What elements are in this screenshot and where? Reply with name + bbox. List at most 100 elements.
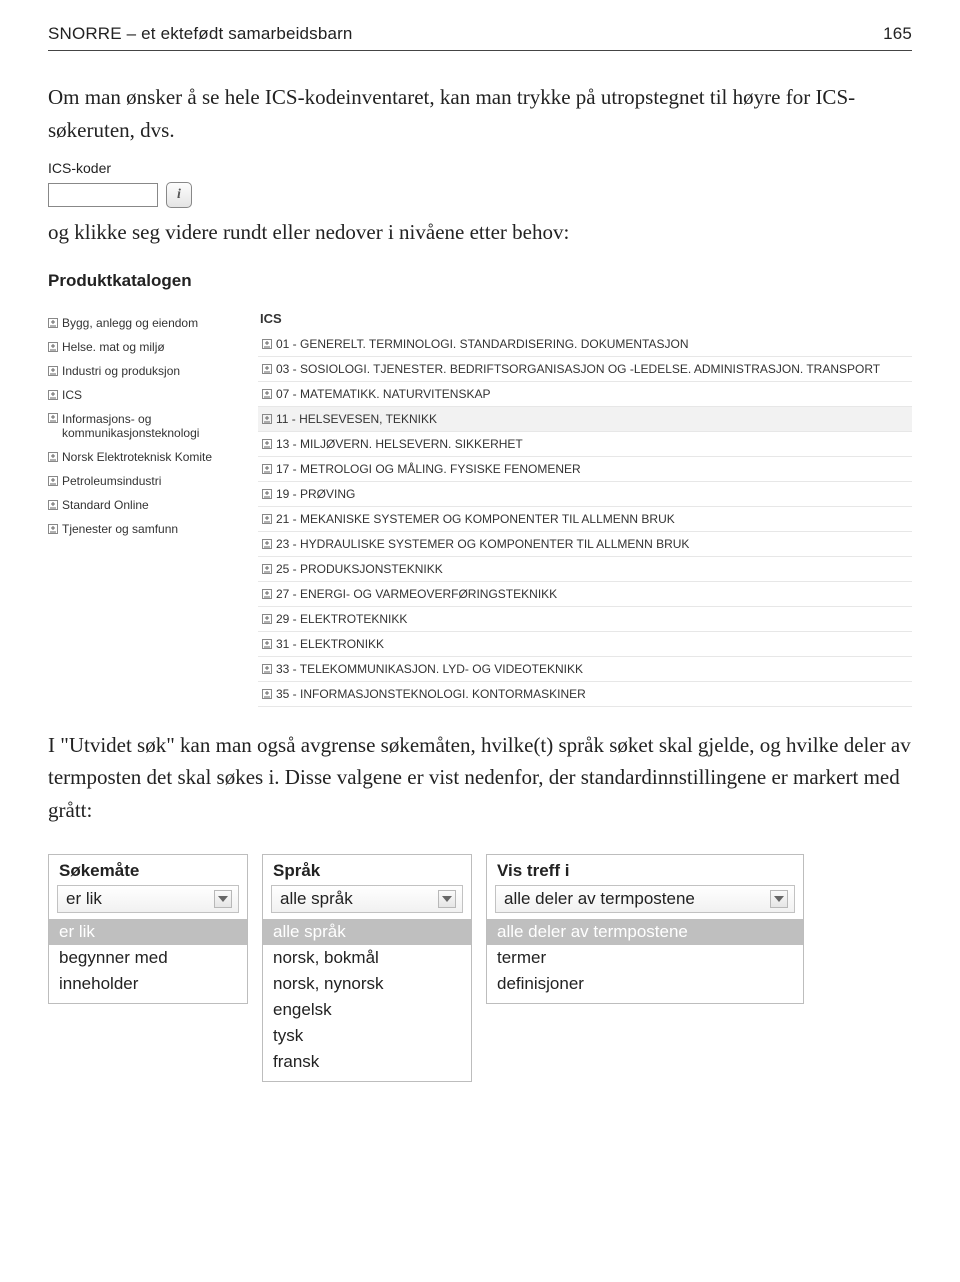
ics-row-label: 03 - SOSIOLOGI. TJENESTER. BEDRIFTSORGAN… [276, 362, 880, 376]
expand-icon [48, 476, 58, 486]
ics-row-label: 21 - MEKANISKE SYSTEMER OG KOMPONENTER T… [276, 512, 675, 526]
sokemate-selected: er lik [66, 889, 102, 909]
sprak-option[interactable]: engelsk [263, 997, 471, 1023]
ics-row-label: 11 - HELSEVESEN, TEKNIKK [276, 412, 437, 426]
expand-icon [262, 389, 272, 399]
product-catalog-title: Produktkatalogen [48, 271, 912, 291]
ics-row[interactable]: 27 - ENERGI- OG VARMEOVERFØRINGSTEKNIKK [258, 582, 912, 607]
dropdown-icon [438, 890, 456, 908]
vis-card: Vis treff i alle deler av termpostene al… [486, 854, 804, 1004]
sprak-card: Språk alle språk alle språknorsk, bokmål… [262, 854, 472, 1082]
ics-row-label: 35 - INFORMASJONSTEKNOLOGI. KONTORMASKIN… [276, 687, 586, 701]
sokemate-option[interactable]: inneholder [49, 971, 247, 997]
expand-icon [262, 439, 272, 449]
ics-row-label: 13 - MILJØVERN. HELSEVERN. SIKKERHET [276, 437, 523, 451]
ics-row-label: 23 - HYDRAULISKE SYSTEMER OG KOMPONENTER… [276, 537, 689, 551]
sidebar-item[interactable]: Standard Online [48, 493, 240, 517]
sprak-option[interactable]: fransk [263, 1049, 471, 1075]
sidebar-item[interactable]: Petroleumsindustri [48, 469, 240, 493]
sidebar-item[interactable]: Industri og produksjon [48, 359, 240, 383]
sidebar-item[interactable]: Tjenester og samfunn [48, 517, 240, 541]
search-controls-row: Søkemåte er lik er likbegynner medinneho… [48, 854, 912, 1082]
info-icon: i [177, 187, 181, 203]
sprak-option[interactable]: norsk, nynorsk [263, 971, 471, 997]
ics-row-label: 17 - METROLOGI OG MÅLING. FYSISKE FENOME… [276, 462, 581, 476]
sprak-selected: alle språk [280, 889, 353, 909]
expand-icon [262, 639, 272, 649]
expand-icon [262, 589, 272, 599]
ics-row[interactable]: 03 - SOSIOLOGI. TJENESTER. BEDRIFTSORGAN… [258, 357, 912, 382]
sidebar-item-label: ICS [62, 388, 82, 402]
sprak-option[interactable]: norsk, bokmål [263, 945, 471, 971]
ics-koder-block: ICS-koder i [48, 160, 912, 208]
paragraph-2: og klikke seg videre rundt eller nedover… [48, 216, 912, 249]
ics-row[interactable]: 01 - GENERELT. TERMINOLOGI. STANDARDISER… [258, 332, 912, 357]
vis-option[interactable]: definisjoner [487, 971, 803, 997]
dropdown-icon [770, 890, 788, 908]
ics-row-label: 25 - PRODUKSJONSTEKNIKK [276, 562, 443, 576]
sprak-select[interactable]: alle språk [271, 885, 463, 913]
ics-row[interactable]: 33 - TELEKOMMUNIKASJON. LYD- OG VIDEOTEK… [258, 657, 912, 682]
ics-row-label: 01 - GENERELT. TERMINOLOGI. STANDARDISER… [276, 337, 689, 351]
sokemate-select[interactable]: er lik [57, 885, 239, 913]
vis-selected: alle deler av termpostene [504, 889, 695, 909]
ics-row[interactable]: 25 - PRODUKSJONSTEKNIKK [258, 557, 912, 582]
expand-icon [262, 339, 272, 349]
sidebar-item[interactable]: Helse. mat og miljø [48, 335, 240, 359]
expand-icon [48, 342, 58, 352]
ics-row[interactable]: 07 - MATEMATIKK. NATURVITENSKAP [258, 382, 912, 407]
sidebar-item[interactable]: ICS [48, 383, 240, 407]
header-title: SNORRE – et ektefødt samarbeidsbarn [48, 24, 353, 44]
ics-row-label: 33 - TELEKOMMUNIKASJON. LYD- OG VIDEOTEK… [276, 662, 583, 676]
ics-row-label: 31 - ELEKTRONIKK [276, 637, 384, 651]
expand-icon [262, 364, 272, 374]
sidebar-item-label: Standard Online [62, 498, 149, 512]
vis-title: Vis treff i [487, 855, 803, 885]
vis-option[interactable]: alle deler av termpostene [487, 919, 803, 945]
sidebar-item[interactable]: Informasjons- og kommunikasjonsteknologi [48, 407, 240, 445]
sidebar-item[interactable]: Norsk Elektroteknisk Komite [48, 445, 240, 469]
expand-icon [262, 664, 272, 674]
expand-icon [262, 564, 272, 574]
sprak-option[interactable]: tysk [263, 1023, 471, 1049]
expand-icon [262, 689, 272, 699]
info-icon-button[interactable]: i [166, 182, 192, 208]
paragraph-1: Om man ønsker å se hele ICS-kodeinventar… [48, 81, 912, 146]
vis-option[interactable]: termer [487, 945, 803, 971]
sokemate-card: Søkemåte er lik er likbegynner medinneho… [48, 854, 248, 1004]
ics-row[interactable]: 23 - HYDRAULISKE SYSTEMER OG KOMPONENTER… [258, 532, 912, 557]
expand-icon [48, 524, 58, 534]
ics-koder-label: ICS-koder [48, 160, 912, 176]
ics-row[interactable]: 11 - HELSEVESEN, TEKNIKK [258, 407, 912, 432]
expand-icon [48, 390, 58, 400]
ics-row[interactable]: 17 - METROLOGI OG MÅLING. FYSISKE FENOME… [258, 457, 912, 482]
paragraph-3: I "Utvidet søk" kan man også avgrense sø… [48, 729, 912, 827]
expand-icon [262, 614, 272, 624]
sidebar-item-label: Petroleumsindustri [62, 474, 161, 488]
sidebar-item-label: Helse. mat og miljø [62, 340, 165, 354]
ics-koder-input[interactable] [48, 183, 158, 207]
ics-row[interactable]: 35 - INFORMASJONSTEKNOLOGI. KONTORMASKIN… [258, 682, 912, 707]
sidebar-item-label: Tjenester og samfunn [62, 522, 178, 536]
sokemate-option[interactable]: er lik [49, 919, 247, 945]
page-number: 165 [883, 24, 912, 44]
sidebar-item[interactable]: Bygg, anlegg og eiendom [48, 311, 240, 335]
sokemate-option[interactable]: begynner med [49, 945, 247, 971]
sidebar-item-label: Industri og produksjon [62, 364, 180, 378]
expand-icon [48, 452, 58, 462]
ics-row-label: 29 - ELEKTROTEKNIKK [276, 612, 407, 626]
ics-row[interactable]: 13 - MILJØVERN. HELSEVERN. SIKKERHET [258, 432, 912, 457]
dropdown-icon [214, 890, 232, 908]
ics-row[interactable]: 19 - PRØVING [258, 482, 912, 507]
catalog-main: ICS 01 - GENERELT. TERMINOLOGI. STANDARD… [258, 311, 912, 707]
vis-select[interactable]: alle deler av termpostene [495, 885, 795, 913]
ics-row[interactable]: 31 - ELEKTRONIKK [258, 632, 912, 657]
product-catalog: Produktkatalogen Bygg, anlegg og eiendom… [48, 271, 912, 707]
ics-row[interactable]: 21 - MEKANISKE SYSTEMER OG KOMPONENTER T… [258, 507, 912, 532]
expand-icon [262, 464, 272, 474]
sprak-option[interactable]: alle språk [263, 919, 471, 945]
sprak-title: Språk [263, 855, 471, 885]
expand-icon [48, 366, 58, 376]
ics-row[interactable]: 29 - ELEKTROTEKNIKK [258, 607, 912, 632]
sidebar-item-label: Norsk Elektroteknisk Komite [62, 450, 212, 464]
